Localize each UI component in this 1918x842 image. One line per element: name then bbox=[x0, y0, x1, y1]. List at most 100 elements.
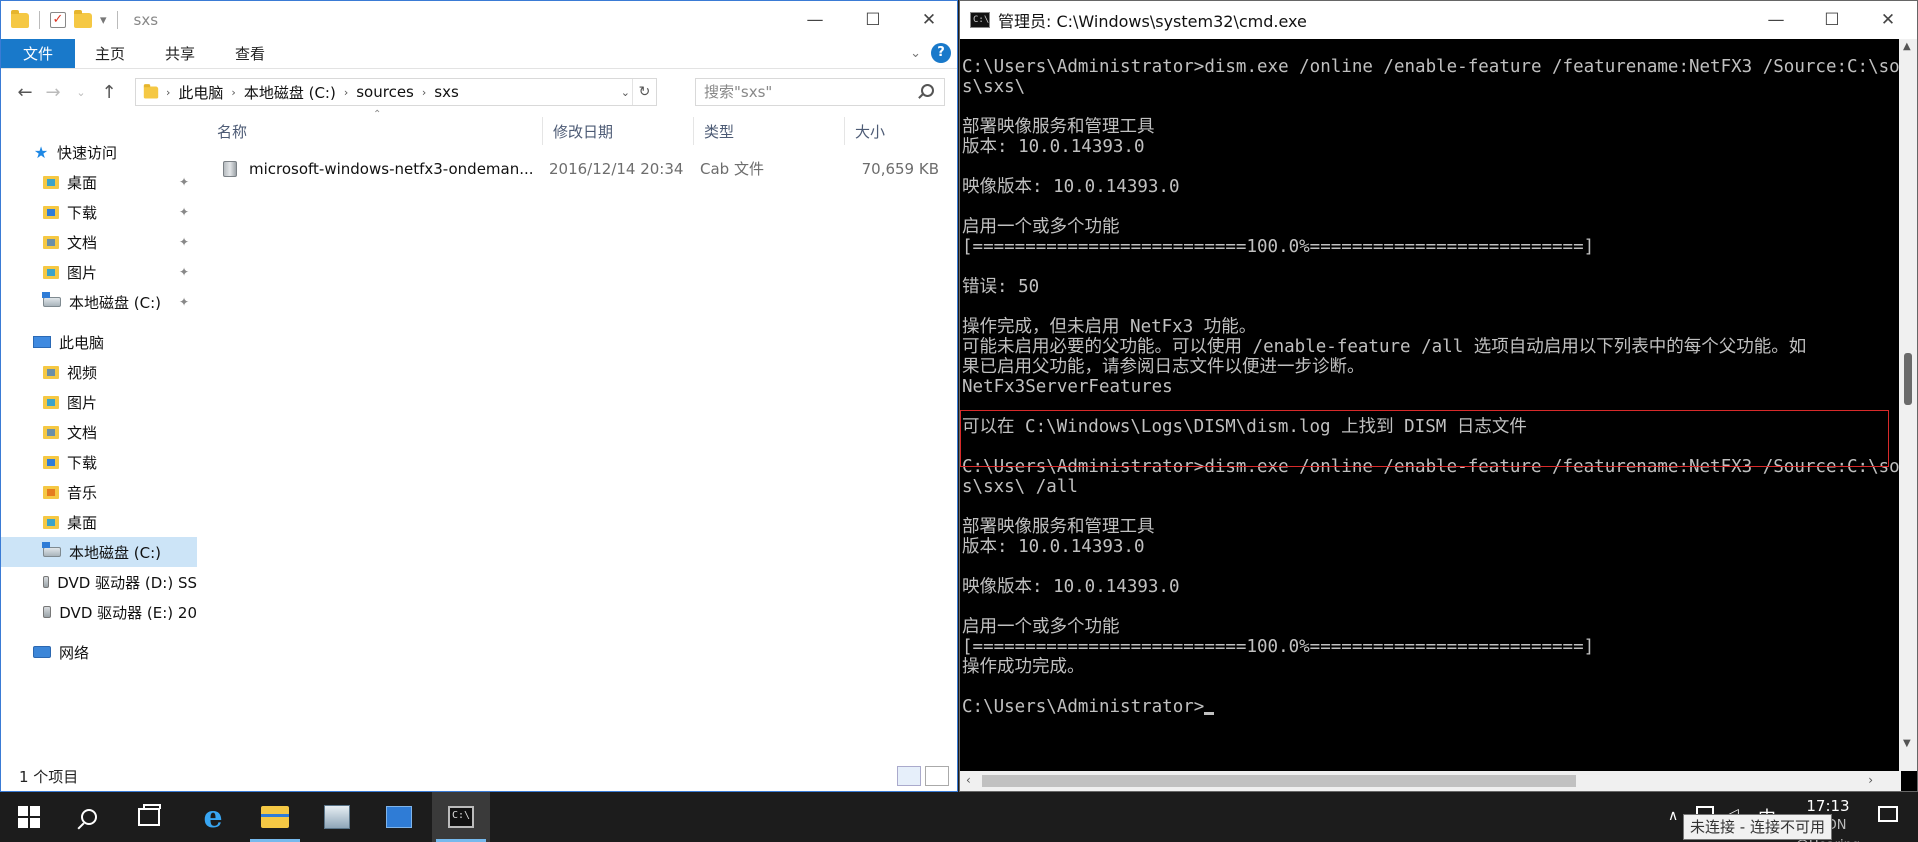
folder-icon[interactable] bbox=[11, 9, 29, 28]
tab-share[interactable]: 共享 bbox=[145, 39, 215, 68]
nav-quick-pictures[interactable]: 图片 ✦ bbox=[1, 257, 197, 287]
refresh-icon[interactable]: ↻ bbox=[632, 79, 656, 105]
close-button[interactable]: ✕ bbox=[1860, 1, 1916, 39]
horizontal-scrollbar[interactable]: ‹ › bbox=[960, 771, 1901, 791]
nav-pc-pictures[interactable]: 图片 bbox=[1, 387, 197, 417]
table-row[interactable]: microsoft-windows-netfx3-ondeman... 2016… bbox=[207, 153, 947, 185]
up-arrow-icon[interactable]: ↑ bbox=[95, 82, 123, 103]
forward-arrow-icon[interactable]: → bbox=[39, 82, 67, 103]
pin-icon[interactable]: ✦ bbox=[179, 175, 189, 189]
console-line: 启用一个或多个功能 bbox=[962, 217, 1120, 237]
breadcrumb-sources[interactable]: sources bbox=[350, 83, 420, 101]
tab-home[interactable]: 主页 bbox=[75, 39, 145, 68]
breadcrumb-this-pc[interactable]: 此电脑 bbox=[172, 82, 229, 103]
scroll-left-icon[interactable]: ‹ bbox=[966, 773, 971, 787]
vertical-scrollbar[interactable]: ▲ ▼ bbox=[1899, 39, 1917, 771]
help-icon[interactable]: ? bbox=[931, 43, 951, 63]
back-arrow-icon[interactable]: ← bbox=[11, 82, 39, 103]
pictures-folder-icon bbox=[43, 395, 59, 409]
expand-ribbon-chevron-icon[interactable]: ⌄ bbox=[910, 46, 921, 61]
maximize-button[interactable]: ☐ bbox=[845, 1, 901, 39]
scroll-thumb[interactable] bbox=[982, 775, 1576, 787]
task-view-icon bbox=[138, 804, 161, 826]
maximize-button[interactable]: ☐ bbox=[1804, 1, 1860, 39]
pin-icon[interactable]: ✦ bbox=[179, 265, 189, 279]
breadcrumb-separator-icon[interactable]: › bbox=[342, 86, 350, 99]
text-cursor bbox=[1204, 712, 1215, 715]
column-header-modified[interactable]: 修改日期 bbox=[543, 117, 694, 145]
taskbar-internet-explorer[interactable]: e bbox=[184, 792, 242, 842]
nav-this-pc[interactable]: 此电脑 bbox=[1, 327, 197, 357]
taskbar-powershell[interactable] bbox=[370, 792, 428, 842]
scroll-up-icon[interactable]: ▲ bbox=[1903, 41, 1911, 52]
console-line: 启用一个或多个功能 bbox=[962, 617, 1120, 637]
customize-toolbar-chevron-icon[interactable]: ▾ bbox=[100, 13, 107, 28]
start-button[interactable] bbox=[0, 792, 58, 842]
address-box[interactable]: › 此电脑 › 本地磁盘 (C:) › sources › sxs ⌄ ↻ bbox=[135, 78, 657, 106]
column-header-type[interactable]: 类型 bbox=[694, 117, 845, 145]
nav-quick-desktop[interactable]: 桌面 ✦ bbox=[1, 167, 197, 197]
nav-pc-music[interactable]: 音乐 bbox=[1, 477, 197, 507]
scroll-right-icon[interactable]: › bbox=[1868, 773, 1873, 787]
desktop-folder-icon bbox=[43, 515, 59, 529]
tab-view[interactable]: 查看 bbox=[215, 39, 285, 68]
search-button[interactable] bbox=[60, 792, 118, 842]
column-header-name[interactable]: 名称 bbox=[207, 117, 543, 145]
pin-icon[interactable]: ✦ bbox=[179, 295, 189, 309]
breadcrumb-sxs[interactable]: sxs bbox=[428, 83, 465, 101]
file-type: Cab 文件 bbox=[700, 160, 764, 178]
breadcrumb-local-disk[interactable]: 本地磁盘 (C:) bbox=[238, 82, 342, 103]
show-hidden-icons-chevron-icon[interactable]: ∧ bbox=[1668, 808, 1678, 824]
nav-pc-desktop[interactable]: 桌面 bbox=[1, 507, 197, 537]
breadcrumb-separator-icon[interactable]: › bbox=[420, 86, 428, 99]
search-box[interactable] bbox=[695, 78, 945, 106]
taskbar-cmd[interactable]: C:\ bbox=[432, 792, 490, 842]
divider bbox=[116, 11, 118, 29]
cmd-titlebar[interactable]: C:\ 管理员: C:\Windows\system32\cmd.exe — ☐… bbox=[960, 1, 1917, 39]
window-title: 管理员: C:\Windows\system32\cmd.exe bbox=[998, 12, 1307, 31]
nav-pc-videos[interactable]: 视频 bbox=[1, 357, 197, 387]
task-view-button[interactable] bbox=[120, 792, 178, 842]
cab-file-icon bbox=[223, 161, 237, 177]
console-line: C:\Users\Administrator>dism.exe /online … bbox=[962, 57, 1900, 77]
console-icon: C:\ bbox=[970, 12, 990, 28]
search-input[interactable] bbox=[704, 83, 904, 101]
breadcrumb-separator-icon[interactable]: › bbox=[164, 86, 172, 99]
nav-quick-access[interactable]: ★ 快速访问 bbox=[1, 137, 197, 167]
nav-quick-local-disk[interactable]: 本地磁盘 (C:) ✦ bbox=[1, 287, 197, 317]
tab-file[interactable]: 文件 bbox=[1, 39, 76, 68]
nav-pc-local-disk[interactable]: 本地磁盘 (C:) bbox=[1, 537, 197, 567]
taskbar-server-manager[interactable] bbox=[308, 792, 366, 842]
file-modified: 2016/12/14 20:34 bbox=[549, 160, 684, 178]
action-center-icon[interactable] bbox=[1878, 806, 1898, 822]
minimize-button[interactable]: — bbox=[787, 1, 843, 39]
pin-icon[interactable]: ✦ bbox=[179, 235, 189, 249]
close-button[interactable]: ✕ bbox=[901, 1, 957, 39]
new-folder-icon[interactable] bbox=[74, 9, 92, 28]
search-icon[interactable] bbox=[921, 84, 934, 97]
nav-pc-downloads[interactable]: 下载 bbox=[1, 447, 197, 477]
scroll-thumb[interactable] bbox=[1904, 353, 1912, 405]
nav-pc-dvd-e[interactable]: DVD 驱动器 (E:) 20 bbox=[1, 597, 197, 627]
explorer-titlebar[interactable]: ✓ ▾ sxs — ☐ ✕ bbox=[1, 1, 957, 39]
nav-quick-downloads[interactable]: 下载 ✦ bbox=[1, 197, 197, 227]
large-icons-view-icon[interactable] bbox=[925, 766, 949, 786]
scroll-down-icon[interactable]: ▼ bbox=[1903, 738, 1911, 749]
address-dropdown-icon[interactable]: ⌄ bbox=[621, 86, 630, 99]
pin-icon[interactable]: ✦ bbox=[179, 205, 189, 219]
details-view-icon[interactable] bbox=[897, 766, 921, 786]
properties-icon[interactable]: ✓ bbox=[50, 12, 66, 28]
column-header-size[interactable]: 大小 bbox=[845, 117, 947, 145]
console-output[interactable]: C:\Users\Administrator>dism.exe /online … bbox=[960, 39, 1900, 771]
breadcrumb-separator-icon[interactable]: › bbox=[229, 86, 237, 99]
nav-pc-documents[interactable]: 文档 bbox=[1, 417, 197, 447]
nav-pc-dvd-d[interactable]: DVD 驱动器 (D:) SS bbox=[1, 567, 197, 597]
minimize-button[interactable]: — bbox=[1748, 1, 1804, 39]
nav-network[interactable]: 网络 bbox=[1, 637, 197, 667]
nav-quick-documents[interactable]: 文档 ✦ bbox=[1, 227, 197, 257]
recent-chevron-icon[interactable]: ⌄ bbox=[67, 86, 95, 99]
taskbar-file-explorer[interactable] bbox=[246, 792, 304, 842]
